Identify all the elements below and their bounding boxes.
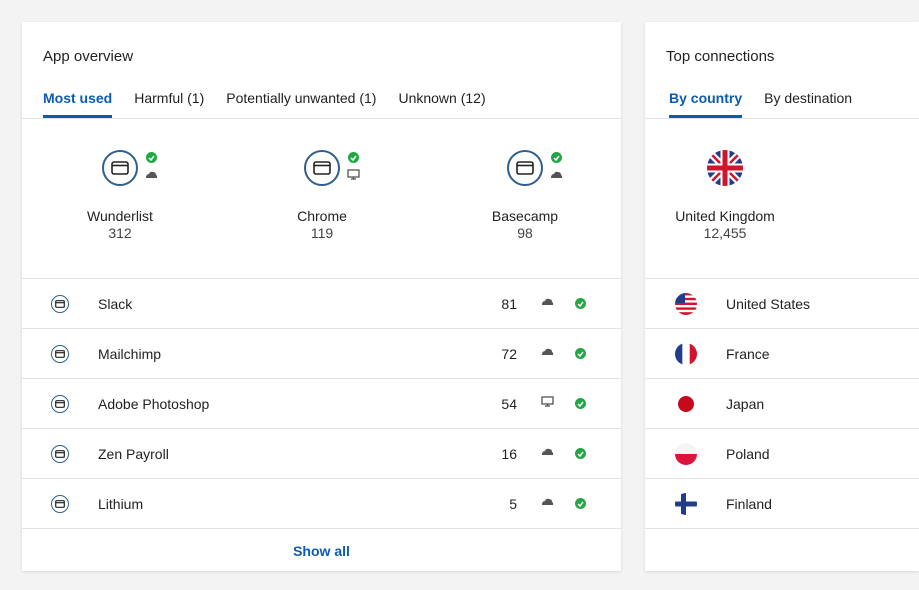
tab-by-destination[interactable]: By destination [764,90,852,118]
list-item[interactable]: Lithium 5 [22,478,621,528]
list-item[interactable]: Slack 81 [22,278,621,328]
check-icon [575,298,586,309]
list-item[interactable]: Poland [645,428,919,478]
top-app-name: Basecamp [491,208,559,224]
country-name: Japan [726,396,765,412]
top-app-count: 98 [517,225,533,241]
app-count: 72 [501,346,517,362]
app-overview-title: App overview [43,48,134,65]
app-window-icon [51,495,69,513]
cloud-icon [551,171,563,178]
list-item[interactable]: Finland [645,478,919,528]
japan-flag-icon [675,393,697,415]
cloud-icon [542,348,554,355]
top-country-count: 12,455 [703,225,747,241]
list-item[interactable]: Adobe Photoshop 54 [22,378,621,428]
app-window-icon [507,150,543,186]
app-name: Slack [98,296,133,312]
app-window-icon [51,445,69,463]
top-connections-title: Top connections [666,48,775,65]
tab-unknown[interactable]: Unknown (12) [398,90,485,118]
france-flag-icon [675,343,697,365]
country-name: France [726,346,770,362]
show-all-link[interactable]: Show all [22,543,621,559]
top-country[interactable]: United Kingdom 12,455 [645,150,805,241]
desktop-icon [347,169,360,180]
cloud-icon [542,498,554,505]
app-overview-card: App overview Most used Harmful (1) Poten… [22,22,621,571]
list-divider [645,528,919,529]
check-icon [146,152,157,163]
top-app-name: Chrome [297,208,347,224]
tab-harmful[interactable]: Harmful (1) [134,90,204,118]
cloud-icon [146,171,158,178]
tabs-divider [645,118,919,119]
top-app-item[interactable]: Basecamp 98 [445,150,605,241]
check-icon [348,152,359,163]
tab-by-country[interactable]: By country [669,90,743,118]
desktop-icon [541,396,554,407]
list-item[interactable]: United States [645,278,919,328]
poland-flag-icon [675,443,697,465]
app-window-icon [51,395,69,413]
country-name: Finland [726,496,772,512]
check-icon [575,448,586,459]
top-app-count: 119 [310,225,334,241]
tabs-divider [22,118,621,119]
app-window-icon [102,150,138,186]
country-list: United States France Japan Poland Finlan… [645,278,919,529]
list-item[interactable]: Zen Payroll 16 [22,428,621,478]
app-window-icon [51,345,69,363]
uk-flag-icon [707,150,743,186]
top-app-item[interactable]: Wunderlist 312 [40,150,200,241]
app-count: 16 [501,446,517,462]
app-name: Zen Payroll [98,446,169,462]
list-divider [22,528,621,529]
app-count: 54 [501,396,517,412]
check-icon [575,498,586,509]
app-overview-tabs: Most used Harmful (1) Potentially unwant… [43,90,486,118]
top-app-name: Wunderlist [87,208,153,224]
app-window-icon [51,295,69,313]
app-window-icon [304,150,340,186]
cloud-icon [542,448,554,455]
list-item[interactable]: Mailchimp 72 [22,328,621,378]
us-flag-icon [675,293,697,315]
app-name: Lithium [98,496,144,512]
check-icon [551,152,562,163]
country-name: Poland [726,446,770,462]
tab-potentially-unwanted[interactable]: Potentially unwanted (1) [226,90,376,118]
top-app-count: 312 [108,225,132,241]
list-item[interactable]: France [645,328,919,378]
app-count: 5 [509,496,517,512]
finland-flag-icon [675,493,697,515]
top-connections-tabs: By country By destination [669,90,852,118]
top-app-item[interactable]: Chrome 119 [242,150,402,241]
country-name: United States [726,296,811,312]
app-name: Adobe Photoshop [98,396,210,412]
top-country-name: United Kingdom [675,208,775,224]
top-connections-card: Top connections By country By destinatio… [645,22,919,571]
app-list: Slack 81 Mailchimp 72 Adobe Photoshop 54… [22,278,621,529]
app-count: 81 [501,296,517,312]
check-icon [575,398,586,409]
cloud-icon [542,298,554,305]
check-icon [575,348,586,359]
tab-most-used[interactable]: Most used [43,90,113,118]
app-name: Mailchimp [98,346,162,362]
list-item[interactable]: Japan [645,378,919,428]
top-apps: Wunderlist 312 Chrome 119 Basecamp 98 [22,150,621,246]
